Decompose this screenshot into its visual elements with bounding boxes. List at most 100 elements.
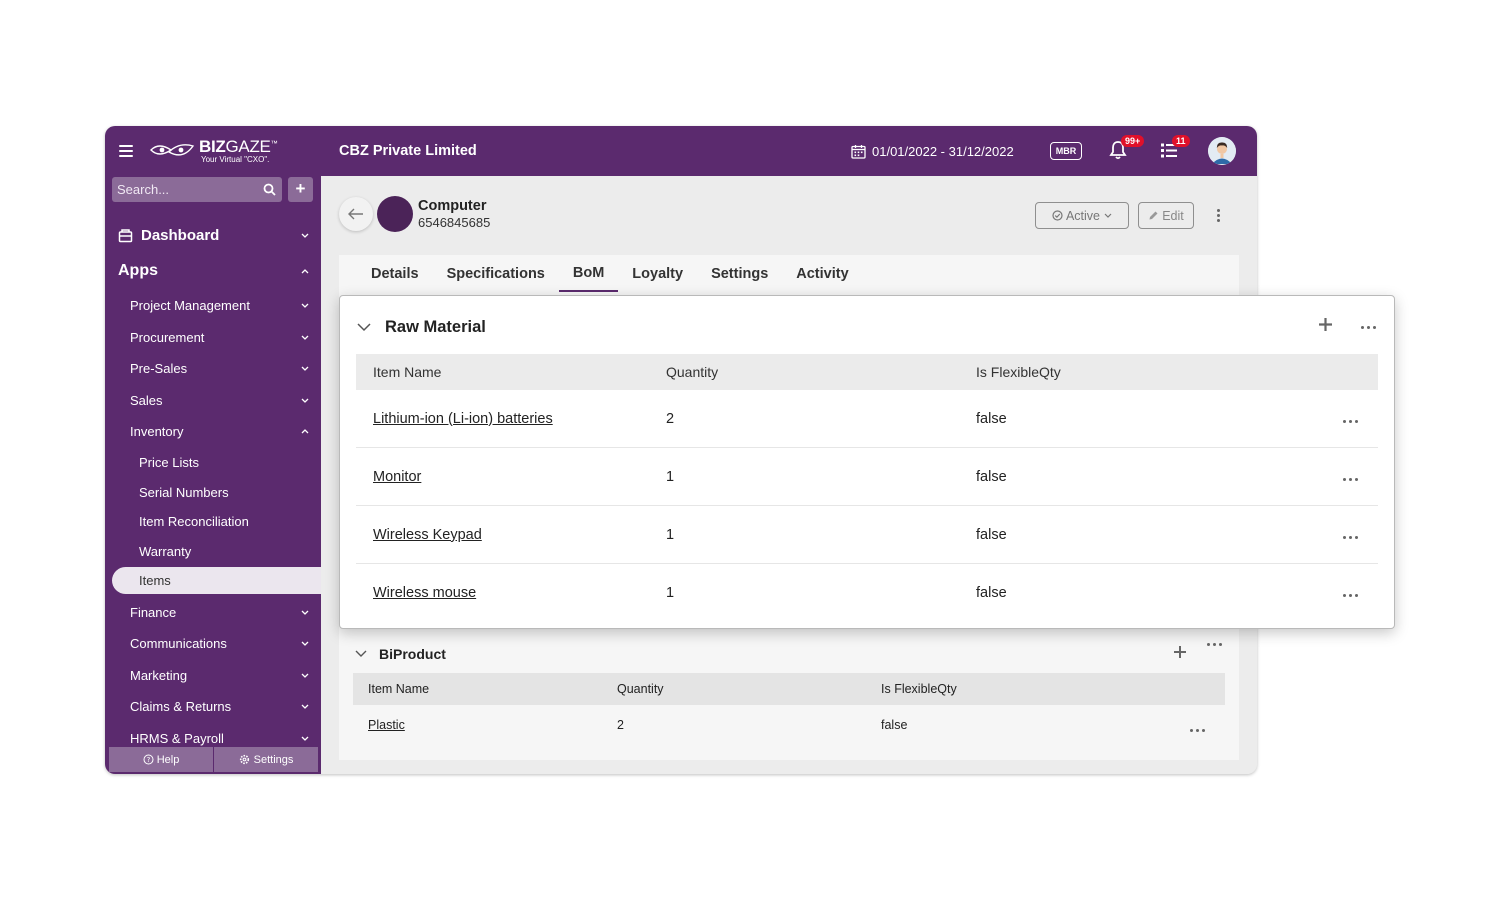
item-link[interactable]: Plastic	[368, 718, 405, 732]
check-circle-icon	[1052, 210, 1063, 221]
sidebar-subitem-label: Price Lists	[139, 454, 199, 470]
search-icon[interactable]	[263, 183, 276, 196]
row-more-icon[interactable]	[1343, 536, 1358, 539]
sidebar-item-sales[interactable]: Sales	[105, 385, 321, 417]
row-more-icon[interactable]	[1343, 478, 1358, 481]
mbr-button[interactable]: MBR	[1050, 142, 1082, 160]
sidebar-item-pre-sales[interactable]: Pre-Sales	[105, 353, 321, 385]
sidebar-item-inventory[interactable]: Inventory	[105, 416, 321, 448]
plus-icon	[1319, 318, 1332, 331]
chevron-down-icon	[301, 233, 309, 238]
sidebar-item-claims-returns[interactable]: Claims & Returns	[105, 691, 321, 723]
sidebar-subitem-items[interactable]: Items	[112, 567, 321, 595]
item-link[interactable]: Wireless mouse	[373, 585, 476, 601]
table-row: Plastic 2 false	[353, 705, 1225, 745]
biproduct-add-button[interactable]	[1174, 643, 1186, 663]
sidebar-subitem-serial-numbers[interactable]: Serial Numbers	[105, 477, 321, 507]
record-title: Computer	[418, 197, 487, 214]
logo[interactable]: BIZGAZE™ Your Virtual "CXO".	[149, 137, 278, 164]
sidebar-item-label: HRMS & Payroll	[130, 730, 224, 746]
tab-settings[interactable]: Settings	[697, 255, 782, 292]
sidebar-item-project-management[interactable]: Project Management	[105, 290, 321, 322]
chevron-down-icon	[301, 673, 309, 678]
pencil-icon	[1149, 211, 1158, 220]
raw-material-more-icon[interactable]	[1361, 326, 1376, 329]
chevron-down-icon	[1104, 213, 1112, 218]
chevron-down-icon	[357, 323, 371, 332]
sidebar-subitem-warranty[interactable]: Warranty	[105, 537, 321, 567]
record-image[interactable]	[377, 196, 413, 232]
row-more-icon[interactable]	[1190, 729, 1205, 732]
sidebar-subitem-item-reconciliation[interactable]: Item Reconciliation	[105, 507, 321, 537]
flexibleqty-cell: false	[881, 718, 908, 732]
sidebar-item-finance[interactable]: Finance	[105, 596, 321, 628]
row-more-icon[interactable]	[1343, 594, 1358, 597]
chevron-down-icon	[301, 736, 309, 741]
row-more-icon[interactable]	[1343, 420, 1358, 423]
owl-logo-icon	[150, 144, 195, 156]
top-header: CBZ Private Limited 01/01/2022 - 31/12/2…	[321, 126, 1257, 176]
chevron-down-icon	[355, 650, 367, 657]
date-range-text: 01/01/2022 - 31/12/2022	[872, 143, 1014, 159]
brand-tm: ™	[270, 140, 278, 148]
sidebar-item-label: Pre-Sales	[130, 361, 188, 377]
sidebar-subitem-price-lists[interactable]: Price Lists	[105, 448, 321, 478]
biproduct-header[interactable]: BiProduct	[355, 646, 446, 662]
tab-loyalty[interactable]: Loyalty	[618, 255, 697, 292]
sidebar-item-hrms-payroll[interactable]: HRMS & Payroll	[105, 722, 321, 746]
search-row: +	[105, 176, 321, 202]
sidebar-item-marketing[interactable]: Marketing	[105, 659, 321, 691]
tab-specifications[interactable]: Specifications	[433, 255, 559, 292]
user-avatar[interactable]	[1208, 137, 1236, 165]
sidebar-item-procurement[interactable]: Procurement	[105, 322, 321, 354]
tab-activity[interactable]: Activity	[782, 255, 862, 292]
biproduct-more-icon[interactable]	[1207, 643, 1222, 646]
item-link[interactable]: Monitor	[373, 469, 421, 485]
sidebar-item-label: Project Management	[130, 298, 250, 314]
sidebar-section-apps[interactable]: Apps	[105, 252, 321, 290]
tab-details[interactable]: Details	[357, 255, 433, 292]
column-header-item-name: Item Name	[373, 364, 442, 380]
brand-name-rest: GAZE	[225, 137, 271, 156]
sidebar-item-dashboard[interactable]: Dashboard	[105, 218, 321, 252]
brand-bar: BIZGAZE™ Your Virtual "CXO".	[105, 126, 321, 176]
quantity-cell: 1	[666, 526, 675, 543]
edit-button[interactable]: Edit	[1138, 202, 1194, 229]
search-box[interactable]	[112, 176, 282, 202]
settings-button[interactable]: Settings	[214, 747, 318, 772]
search-input[interactable]	[117, 181, 247, 197]
item-link[interactable]: Wireless Keypad	[373, 527, 482, 543]
hamburger-menu-icon[interactable]	[119, 145, 133, 157]
flexibleqty-cell: false	[976, 468, 1007, 485]
quantity-cell: 1	[666, 468, 675, 485]
sidebar-item-label: Claims & Returns	[130, 699, 232, 714]
table-row: Wireless Keypad 1 false	[356, 506, 1378, 564]
chevron-down-icon	[301, 641, 309, 646]
edit-label: Edit	[1162, 208, 1184, 223]
biproduct-title: BiProduct	[379, 646, 446, 662]
help-button[interactable]: ? Help	[109, 747, 214, 772]
brand-tagline: Your Virtual "CXO".	[201, 155, 270, 164]
column-header-quantity: Quantity	[617, 682, 664, 696]
biproduct-table: Item Name Quantity Is FlexibleQty Plasti…	[353, 673, 1225, 745]
quick-add-button[interactable]: +	[288, 176, 313, 202]
date-range-picker[interactable]: 01/01/2022 - 31/12/2022	[851, 144, 1014, 159]
sidebar-item-communications[interactable]: Communications	[105, 628, 321, 660]
chevron-down-icon	[301, 366, 309, 372]
back-button[interactable]	[339, 197, 373, 231]
item-link[interactable]: Lithium-ion (Li-ion) batteries	[373, 411, 553, 427]
tasks-button[interactable]: 11	[1160, 135, 1190, 164]
raw-material-header[interactable]: Raw Material	[357, 318, 486, 337]
company-name[interactable]: CBZ Private Limited	[339, 143, 477, 159]
status-dropdown[interactable]: Active	[1035, 202, 1129, 229]
tab-bom[interactable]: BoM	[558, 255, 619, 292]
sidebar: BIZGAZE™ Your Virtual "CXO". + Dashboard	[105, 126, 321, 774]
record-more-icon[interactable]	[1217, 209, 1221, 222]
quantity-cell: 1	[666, 585, 675, 601]
record-info: Computer 6546845685	[418, 198, 490, 231]
flexibleqty-cell: false	[976, 526, 1007, 543]
raw-material-add-button[interactable]	[1319, 318, 1332, 336]
notifications-button[interactable]: 99+	[1109, 135, 1145, 165]
chevron-down-icon	[301, 610, 309, 615]
flexibleqty-cell: false	[976, 410, 1007, 427]
